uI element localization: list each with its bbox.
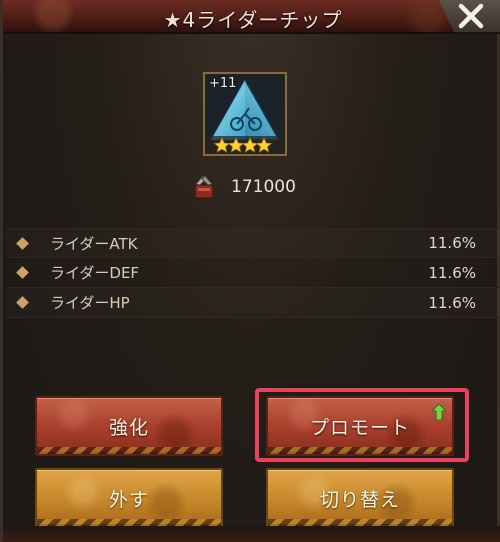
switch-button-label: 切り替え	[319, 488, 400, 511]
item-level-badge: +11	[209, 76, 237, 91]
remove-button-label: 外す	[108, 488, 149, 511]
close-button[interactable]	[453, 0, 489, 32]
diamond-bullet-icon	[16, 237, 29, 250]
promote-button-label: プロモート	[309, 416, 410, 439]
diamond-bullet-icon	[16, 266, 29, 279]
stat-row: ライダーDEF 11.6%	[6, 258, 500, 288]
switch-button[interactable]: 切り替え	[266, 468, 454, 528]
title-bar: ★4ライダーチップ	[3, 0, 500, 34]
hazard-stripe	[268, 447, 452, 454]
item-icon-frame: +11	[203, 72, 287, 156]
stat-value: 11.6%	[428, 234, 476, 252]
promote-button[interactable]: プロモート	[266, 396, 454, 456]
dialog-title: ★4ライダーチップ	[163, 8, 343, 32]
dialog-frame: ★4ライダーチップ +11 171000 ライダーATK 11.6% ライダーD…	[0, 0, 500, 542]
remove-button[interactable]: 外す	[35, 468, 223, 528]
parts-icon	[194, 175, 214, 199]
hazard-stripe	[37, 519, 221, 526]
bottom-edge	[3, 526, 500, 542]
enhance-button-label: 強化	[108, 416, 149, 439]
stat-label: ライダーATK	[50, 234, 138, 253]
hazard-stripe	[268, 519, 452, 526]
star-rating	[213, 137, 273, 153]
stat-value: 11.6%	[428, 263, 476, 282]
stat-row: ライダーATK 11.6%	[6, 228, 500, 258]
diamond-bullet-icon	[16, 296, 29, 309]
stat-label: ライダーHP	[50, 294, 130, 312]
stats-list: ライダーATK 11.6% ライダーDEF 11.6% ライダーHP 11.6%	[6, 228, 500, 318]
hazard-stripe	[37, 447, 221, 454]
cost-value: 171000	[231, 177, 296, 197]
stat-value: 11.6%	[428, 293, 476, 312]
enhance-button[interactable]: 強化	[35, 396, 223, 456]
upgrade-arrow-icon	[432, 404, 446, 420]
stat-label: ライダーDEF	[50, 264, 140, 282]
close-x-icon	[458, 3, 484, 29]
cost-row: 171000	[189, 172, 296, 202]
stat-row: ライダーHP 11.6%	[6, 288, 500, 318]
